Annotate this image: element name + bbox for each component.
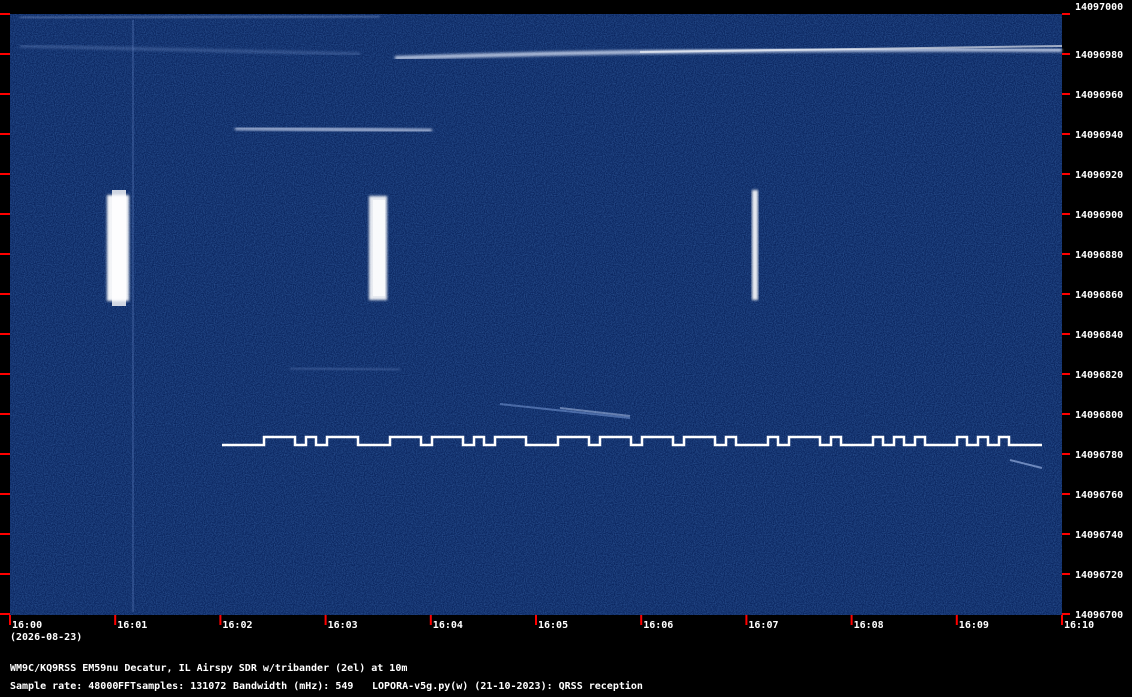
freq-label: 14096840 [1075,330,1123,341]
freq-label: 14096760 [1075,490,1123,501]
time-label: 16:02 [222,620,252,631]
freq-label: 14096740 [1075,530,1123,541]
time-label: 16:07 [748,620,778,631]
freq-label: 14096800 [1075,410,1123,421]
time-label: 16:04 [433,620,463,631]
freq-label: 14096980 [1075,50,1123,61]
time-label: 16:09 [959,620,989,631]
freq-label: 14096860 [1075,290,1123,301]
qrss-waterfall: 14097000 14096980 14096960 14096940 14096920… [0,2,1123,631]
trace-top [19,14,381,20]
time-label: 16:00 [12,620,42,631]
software-info: LOPORA-v5g.py(w) (21-10-2023): QRSS rece… [372,681,643,692]
burst-3 [752,190,758,300]
time-label: 16:06 [643,620,673,631]
date-label: (2026-08-23) [10,632,83,643]
freq-label: 14096940 [1075,130,1123,141]
time-label: 16:05 [538,620,568,631]
sample-rate: Sample rate: 48000 [10,681,119,692]
time-label: 16:01 [117,620,147,631]
freq-label: 14096780 [1075,450,1123,461]
freq-label: 14096720 [1075,570,1123,581]
station-info: WM9C/KQ9RSS EM59nu Decatur, IL Airspy SD… [10,663,408,674]
time-label: 16:10 [1064,620,1094,631]
freq-label: 14096960 [1075,90,1123,101]
time-axis: 16:00 16:01 16:02 16:03 16:04 16:05 16:06 16:07… [12,620,1094,631]
freq-label: 14097000 [1075,2,1123,13]
time-label: 16:03 [328,620,358,631]
freq-label: 14096820 [1075,370,1123,381]
time-label: 16:08 [854,620,884,631]
freq-label: 14096900 [1075,210,1123,221]
trace-low [289,366,401,372]
frequency-axis: 14097000 14096980 14096960 14096940 14096920… [1075,2,1123,621]
freq-label: 14096880 [1075,250,1123,261]
fft-samples: FFTsamples: 131072 [118,681,227,692]
freq-label: 14096920 [1075,170,1123,181]
bandwidth: Bandwidth (mHz): 549 [233,681,354,692]
trace-mid [234,125,433,134]
